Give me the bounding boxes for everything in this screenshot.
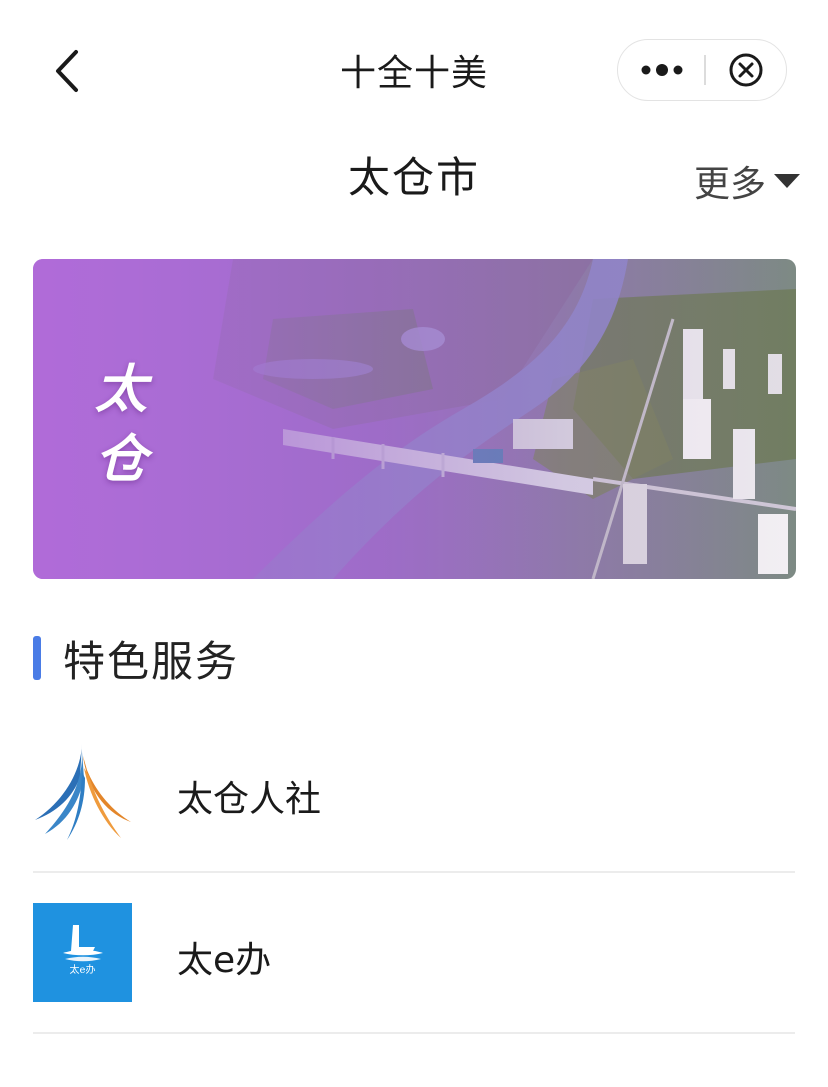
more-label: 更多 — [694, 164, 767, 205]
heading-accent-bar — [33, 636, 41, 680]
mini-program-capsule — [617, 39, 787, 101]
capsule-divider — [704, 55, 706, 85]
calligraphy-char: 仓 — [95, 429, 148, 490]
more-dropdown[interactable]: 更多 — [694, 158, 801, 205]
city-banner[interactable]: 太 仓 — [33, 259, 796, 579]
ellipsis-icon — [641, 64, 683, 76]
section-heading: 特色服务 — [33, 630, 239, 686]
logo-text: 太e办 — [69, 965, 96, 976]
list-divider — [33, 1032, 795, 1034]
service-item-taicang-hr[interactable]: 太仓人社 — [33, 712, 795, 872]
banner-calligraphy-text: 太 仓 — [95, 355, 155, 495]
close-circle-icon — [729, 53, 763, 87]
service-item-tai-e-ban[interactable]: 太e办 太e办 — [33, 873, 795, 1033]
section-title: 特色服务 — [63, 636, 240, 686]
service-label: 太e办 — [177, 940, 272, 981]
top-nav-bar: 十全十美 — [0, 0, 828, 140]
more-options-button[interactable] — [618, 40, 702, 100]
close-button[interactable] — [708, 40, 786, 100]
calligraphy-char: 太 — [95, 359, 148, 420]
tai-e-ban-logo-icon: 太e办 — [33, 903, 132, 1002]
taicang-hr-logo-icon — [33, 742, 132, 841]
caret-down-icon — [774, 174, 801, 188]
service-label: 太仓人社 — [177, 779, 322, 820]
